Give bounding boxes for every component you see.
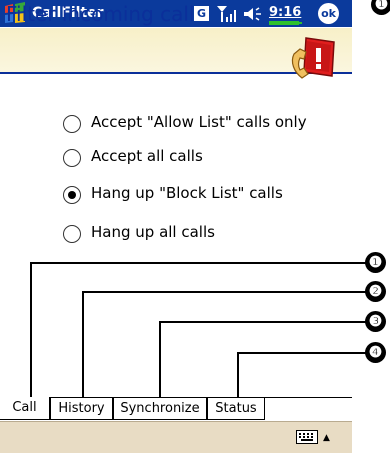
clock[interactable]: 9:16 bbox=[269, 5, 301, 20]
tab-status[interactable]: Status bbox=[207, 397, 265, 420]
leader-line-3 bbox=[159, 321, 161, 398]
signal-icon[interactable] bbox=[216, 4, 238, 23]
option-label: Accept "Allow List" calls only bbox=[91, 113, 307, 131]
leader-line-4 bbox=[237, 352, 239, 398]
tab-synchronize[interactable]: Synchronize bbox=[113, 397, 207, 420]
phone-alert-icon bbox=[291, 37, 335, 79]
radio-button[interactable] bbox=[63, 225, 81, 243]
leader-line-2 bbox=[82, 291, 84, 398]
radio-button[interactable] bbox=[63, 149, 81, 167]
option-label: Accept all calls bbox=[91, 147, 203, 165]
battery-icon bbox=[269, 21, 302, 25]
radio-button[interactable] bbox=[63, 115, 81, 133]
callout-2: ❷ bbox=[365, 281, 386, 302]
leader-line-1-h bbox=[30, 262, 367, 264]
page-title: Filter incoming call bbox=[6, 2, 195, 26]
leader-line-4-h bbox=[237, 352, 367, 354]
speaker-icon[interactable] bbox=[242, 5, 264, 23]
radio-button-selected[interactable] bbox=[63, 186, 81, 204]
leader-line-3-h bbox=[159, 321, 367, 323]
callout-1: ❶ bbox=[365, 252, 386, 273]
callout-1-top: ❶ bbox=[371, 0, 390, 15]
g-status-icon: G bbox=[194, 6, 209, 21]
tab-history[interactable]: History bbox=[50, 397, 113, 420]
callout-3: ❸ bbox=[365, 311, 386, 332]
radio-selected-dot bbox=[68, 191, 76, 199]
callout-4: ❹ bbox=[365, 342, 386, 363]
option-label: Hang up all calls bbox=[91, 223, 215, 241]
leader-line-2-h bbox=[82, 291, 367, 293]
chevron-up-icon[interactable]: ▲ bbox=[323, 433, 330, 443]
keyboard-icon[interactable] bbox=[296, 430, 318, 444]
ok-button[interactable]: ok bbox=[318, 3, 339, 24]
leader-line-1 bbox=[30, 262, 32, 398]
tab-call[interactable]: Call bbox=[0, 397, 50, 420]
option-label: Hang up "Block List" calls bbox=[91, 184, 283, 202]
